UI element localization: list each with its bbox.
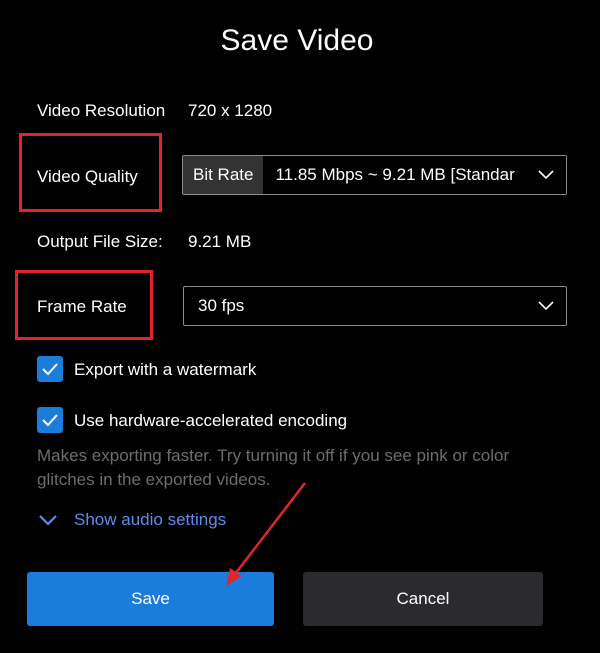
- chevron-down-icon: [39, 515, 57, 526]
- save-button[interactable]: Save: [27, 572, 274, 626]
- show-audio-settings-label: Show audio settings: [74, 510, 227, 529]
- output-size-value: 9.21 MB: [188, 232, 252, 251]
- hw-encoding-checkbox[interactable]: [37, 407, 63, 433]
- checkmark-icon: [42, 414, 58, 427]
- chevron-down-icon: [526, 287, 566, 325]
- hw-encoding-label[interactable]: Use hardware-accelerated encoding: [74, 411, 347, 431]
- hw-encoding-hint: Makes exporting faster. Try turning it o…: [37, 446, 510, 489]
- output-size-label: Output File Size:: [37, 232, 163, 251]
- video-quality-dropdown[interactable]: Bit Rate 11.85 Mbps ~ 9.21 MB [Standar: [182, 155, 567, 195]
- video-quality-label: Video Quality: [37, 167, 138, 186]
- dialog-title: Save Video: [220, 24, 374, 57]
- frame-rate-dropdown[interactable]: 30 fps: [183, 286, 567, 326]
- checkmark-icon: [42, 363, 58, 376]
- frame-rate-value: 30 fps: [198, 296, 245, 315]
- resolution-label: Video Resolution: [37, 101, 166, 120]
- annotation-arrow: [226, 482, 306, 586]
- frame-rate-label: Frame Rate: [37, 297, 127, 316]
- bitrate-tag: Bit Rate: [183, 156, 264, 194]
- show-audio-settings-toggle[interactable]: Show audio settings: [38, 510, 226, 530]
- cancel-button[interactable]: Cancel: [303, 572, 543, 626]
- video-quality-value: 11.85 Mbps ~ 9.21 MB [Standar: [275, 165, 515, 184]
- watermark-checkbox[interactable]: [37, 356, 63, 382]
- resolution-value: 720 x 1280: [188, 101, 273, 120]
- chevron-down-icon: [526, 156, 566, 194]
- watermark-label[interactable]: Export with a watermark: [74, 360, 256, 380]
- save-video-dialog: Save Video Video Resolution 720 x 1280 V…: [0, 0, 600, 653]
